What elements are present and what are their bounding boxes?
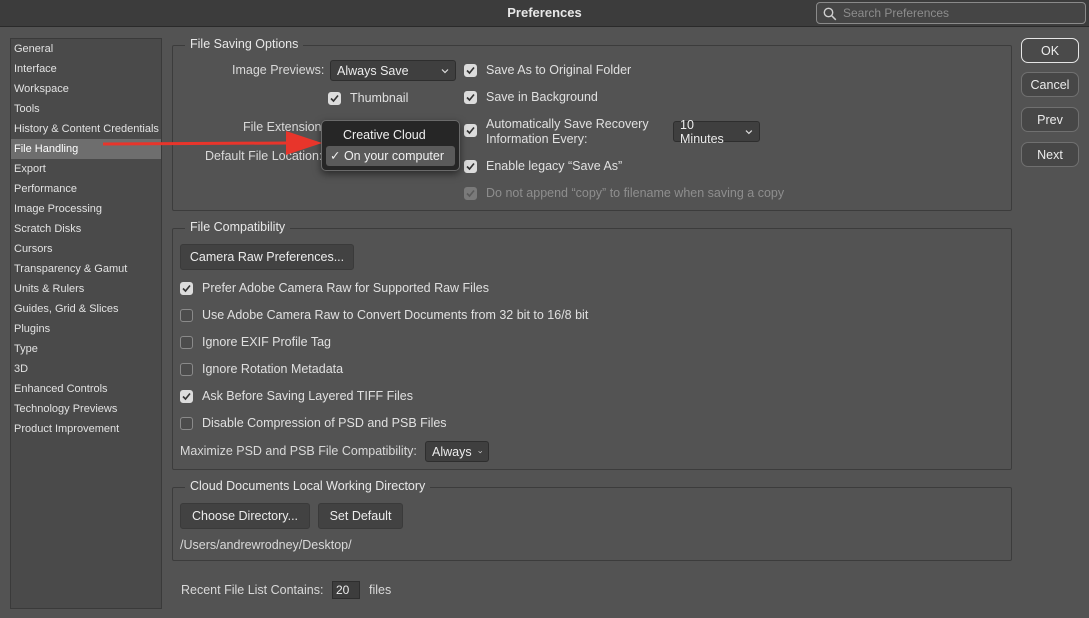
legacy-save-as-label: Enable legacy “Save As”	[486, 159, 623, 173]
checkbox-checked-icon[interactable]	[328, 91, 341, 105]
checkbox-checked-disabled-icon	[464, 186, 477, 200]
file-compatibility-title: File Compatibility	[185, 220, 291, 234]
sidebar-item-type[interactable]: Type	[11, 339, 161, 359]
next-button[interactable]: Next	[1021, 142, 1079, 167]
checkbox-checked-icon[interactable]	[464, 159, 477, 173]
checkbox-checked-icon[interactable]	[464, 63, 477, 77]
ignore-rotation-label: Ignore Rotation Metadata	[202, 362, 344, 376]
sidebar-item-guides[interactable]: Guides, Grid & Slices	[11, 299, 161, 319]
save-as-original-label: Save As to Original Folder	[486, 63, 632, 77]
sidebar-item-technology-previews[interactable]: Technology Previews	[11, 399, 161, 419]
chevron-down-icon	[441, 68, 449, 73]
file-location-menu: Creative Cloud ✓ On your computer	[321, 120, 460, 171]
sidebar-item-export[interactable]: Export	[11, 159, 161, 179]
recent-files-suffix: files	[369, 583, 392, 597]
convert-32bit-row[interactable]: Use Adobe Camera Raw to Convert Document…	[180, 308, 588, 322]
sidebar-item-3d[interactable]: 3D	[11, 359, 161, 379]
sidebar-item-image-processing[interactable]: Image Processing	[11, 199, 161, 219]
ignore-rotation-row[interactable]: Ignore Rotation Metadata	[180, 362, 343, 376]
set-default-button[interactable]: Set Default	[318, 503, 403, 529]
sidebar-item-tools[interactable]: Tools	[11, 99, 161, 119]
choose-directory-button[interactable]: Choose Directory...	[180, 503, 310, 529]
auto-save-interval-select[interactable]: 10 Minutes	[673, 118, 760, 146]
sidebar-item-units[interactable]: Units & Rulers	[11, 279, 161, 299]
sidebar-item-interface[interactable]: Interface	[11, 59, 161, 79]
image-previews-value: Always Save	[337, 63, 409, 78]
annotation-arrow-icon	[102, 131, 322, 155]
search-box[interactable]	[816, 2, 1086, 24]
menu-item-creative-cloud[interactable]: Creative Cloud	[326, 125, 455, 145]
cancel-button[interactable]: Cancel	[1021, 72, 1079, 97]
checkbox-unchecked-icon[interactable]	[180, 416, 193, 430]
auto-save-label-line2: Information Every:	[486, 132, 588, 146]
search-input[interactable]	[841, 4, 1081, 22]
checkbox-unchecked-icon[interactable]	[180, 335, 193, 349]
image-previews-label: Image Previews:	[232, 63, 325, 77]
checkbox-checked-icon[interactable]	[464, 90, 477, 104]
sidebar-item-scratch-disks[interactable]: Scratch Disks	[11, 219, 161, 239]
disable-compression-row[interactable]: Disable Compression of PSD and PSB Files	[180, 416, 447, 430]
legacy-save-as-row[interactable]: Enable legacy “Save As”	[464, 159, 622, 173]
auto-save-label-line1: Automatically Save Recovery	[486, 117, 649, 131]
sidebar-item-workspace[interactable]: Workspace	[11, 79, 161, 99]
sidebar-item-plugins[interactable]: Plugins	[11, 319, 161, 339]
sidebar-item-general[interactable]: General	[11, 39, 161, 59]
image-previews-select[interactable]: Always Save	[330, 60, 456, 81]
checkbox-checked-icon[interactable]	[180, 281, 193, 295]
file-saving-options-title: File Saving Options	[185, 37, 304, 51]
recent-files-count-input[interactable]	[332, 581, 360, 599]
disable-compression-label: Disable Compression of PSD and PSB Files	[202, 416, 447, 430]
sidebar-item-enhanced-controls[interactable]: Enhanced Controls	[11, 379, 161, 399]
recent-files-label: Recent File List Contains:	[181, 583, 324, 597]
ignore-exif-label: Ignore EXIF Profile Tag	[202, 335, 332, 349]
sidebar: General Interface Workspace Tools Histor…	[10, 38, 162, 609]
save-background-label: Save in Background	[486, 90, 598, 104]
ask-tiff-row[interactable]: Ask Before Saving Layered TIFF Files	[180, 389, 413, 403]
prefer-camera-raw-label: Prefer Adobe Camera Raw for Supported Ra…	[202, 281, 489, 295]
chevron-down-icon	[477, 450, 482, 453]
auto-save-interval-value: 10 Minutes	[680, 117, 724, 146]
chevron-down-icon	[745, 129, 753, 134]
checkbox-checked-icon[interactable]	[464, 124, 477, 137]
maximize-compat-value: Always	[432, 444, 472, 459]
no-append-copy-row: Do not append “copy” to filename when sa…	[464, 186, 784, 200]
title-bar: Preferences	[0, 0, 1089, 27]
camera-raw-preferences-button[interactable]: Camera Raw Preferences...	[180, 244, 354, 270]
auto-save-checkbox[interactable]	[464, 124, 486, 138]
working-directory-path: /Users/andrewrodney/Desktop/	[180, 538, 352, 552]
auto-save-label: Automatically Save Recovery Information …	[486, 117, 649, 147]
thumbnail-label: Thumbnail	[350, 91, 409, 105]
thumbnail-checkbox-row[interactable]: Thumbnail	[328, 91, 408, 105]
sidebar-item-performance[interactable]: Performance	[11, 179, 161, 199]
save-as-original-row[interactable]: Save As to Original Folder	[464, 63, 631, 77]
ignore-exif-row[interactable]: Ignore EXIF Profile Tag	[180, 335, 331, 349]
prev-button[interactable]: Prev	[1021, 107, 1079, 132]
sidebar-item-product-improvement[interactable]: Product Improvement	[11, 419, 161, 439]
checkbox-unchecked-icon[interactable]	[180, 362, 193, 376]
ask-tiff-label: Ask Before Saving Layered TIFF Files	[202, 389, 413, 403]
ok-button[interactable]: OK	[1021, 38, 1079, 63]
checkbox-unchecked-icon[interactable]	[180, 308, 193, 322]
save-background-row[interactable]: Save in Background	[464, 90, 598, 104]
search-icon	[823, 7, 837, 21]
prefer-camera-raw-row[interactable]: Prefer Adobe Camera Raw for Supported Ra…	[180, 281, 489, 295]
maximize-compat-select[interactable]: Always	[425, 441, 489, 462]
checkbox-checked-icon[interactable]	[180, 389, 193, 403]
convert-32bit-label: Use Adobe Camera Raw to Convert Document…	[202, 308, 589, 322]
sidebar-item-cursors[interactable]: Cursors	[11, 239, 161, 259]
no-append-copy-label: Do not append “copy” to filename when sa…	[486, 186, 785, 200]
menu-item-on-your-computer[interactable]: ✓ On your computer	[326, 146, 455, 166]
cloud-documents-title: Cloud Documents Local Working Directory	[185, 479, 431, 493]
maximize-compat-label: Maximize PSD and PSB File Compatibility:	[180, 444, 417, 458]
sidebar-item-transparency[interactable]: Transparency & Gamut	[11, 259, 161, 279]
